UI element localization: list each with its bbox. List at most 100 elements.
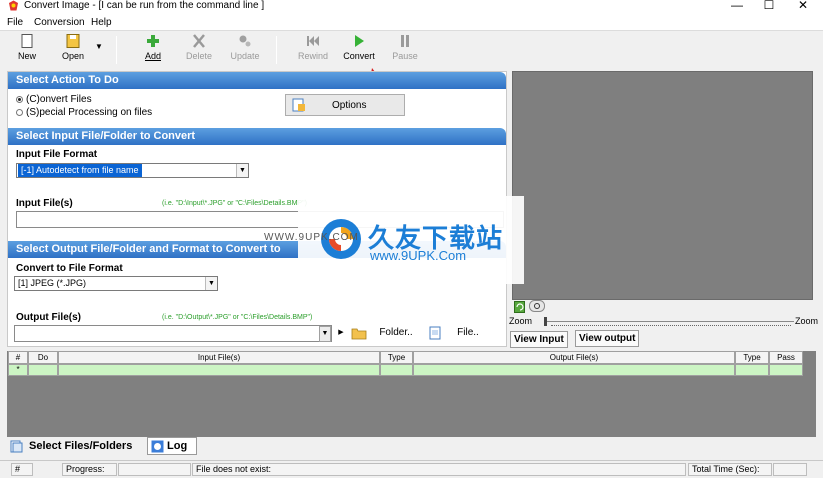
open-dropdown-arrow-icon[interactable]: ▼ [95,42,103,51]
update-button[interactable]: Update [222,34,268,66]
zoom-label: Zoom [509,316,533,326]
pause-label: Pause [392,51,418,61]
new-file-icon [21,34,33,48]
column-header-output-files[interactable]: Output File(s) [413,351,735,364]
view-output-tab[interactable]: View output [575,330,640,347]
zoom-slider[interactable] [544,321,794,322]
radio-convert-label: (C)onvert Files [26,94,92,105]
action-section-header: Select Action To Do [8,72,506,89]
input-files-hint: (i.e. "D:\Input\*.JPG" or "C:\Files\Deta… [162,200,307,207]
rewind-button[interactable]: Rewind [290,34,336,66]
radio-special-label: (S)pecial Processing on files [26,107,153,118]
toolbar-separator [116,36,117,64]
column-header-pass[interactable]: Pass [769,351,803,364]
title-bar: Convert Image - [I can be run from the c… [0,0,823,14]
add-label: Add [144,51,161,61]
tab-log[interactable]: Log [167,437,187,455]
maximize-button[interactable]: ☐ [752,0,786,14]
rewind-icon [307,36,319,46]
table-cell[interactable] [28,364,58,376]
output-files-label: Output File(s) [16,312,81,323]
chevron-down-icon[interactable]: ▼ [205,277,217,290]
menu-bar: File Conversion Help [0,14,823,31]
zoom-icon[interactable] [529,300,545,312]
input-format-label: Input File Format [16,149,98,160]
folder-button[interactable]: Folder.. [374,326,418,342]
play-small-icon[interactable]: ▶ [335,326,347,342]
table-cell[interactable] [413,364,735,376]
menu-conversion[interactable]: Conversion [34,17,85,28]
radio-button[interactable] [16,108,23,116]
play-icon [355,35,364,47]
minimize-button[interactable]: — [720,0,754,14]
menu-file[interactable]: File [7,17,23,28]
tab-select-files-folders[interactable]: Select Files/Folders [29,437,132,455]
refresh-icon[interactable] [514,301,525,313]
column-header-output-type[interactable]: Type [735,351,769,364]
new-button[interactable]: New [4,34,50,66]
status-number: # [11,463,33,476]
view-input-tab[interactable]: View Input [510,331,568,348]
column-header-do[interactable]: Do [28,351,58,364]
table-cell[interactable] [58,364,380,376]
app-icon [9,0,18,11]
input-files-label: Input File(s) [16,198,73,209]
status-progress-bar [118,463,191,476]
open-button[interactable]: Open [50,34,96,66]
new-label: New [17,51,36,61]
pause-icon [401,35,409,47]
status-message: File does not exist: [192,463,686,476]
zoom-slider-handle[interactable] [544,317,547,326]
table-cell[interactable] [735,364,769,376]
status-total-time-label: Total Time (Sec): [688,463,772,476]
convert-label: Convert [343,51,375,61]
x-icon [193,34,205,48]
column-header-input-files[interactable]: Input File(s) [58,351,380,364]
plus-icon [147,35,159,47]
radio-button-checked[interactable] [16,95,23,103]
delete-button[interactable]: Delete [176,34,222,66]
files-grid: # Do Input File(s) Type Output File(s) T… [7,351,816,437]
folder-icon[interactable] [351,326,367,340]
input-format-value: [-1] Autodetect from file name [18,164,142,177]
bottom-tabs: Select Files/Folders Log [7,437,816,457]
options-icon [292,98,305,112]
files-tab-icon [10,440,23,453]
output-format-label: Convert to File Format [16,263,123,274]
options-button[interactable]: Options [285,94,405,116]
status-total-time-value [773,463,807,476]
output-format-select[interactable]: [1] JPEG (*.JPG) ▼ [14,276,218,291]
table-cell[interactable]: * [8,364,28,376]
radio-convert-files[interactable]: (C)onvert Files [16,94,92,105]
table-cell[interactable] [769,364,803,376]
tab-log-frame[interactable]: Log [147,437,197,455]
zoom-ticks [551,325,791,327]
chevron-down-icon[interactable]: ▼ [236,164,248,177]
column-header-input-type[interactable]: Type [380,351,413,364]
output-dropdown-arrow-icon[interactable]: ▼ [319,326,331,342]
file-icon[interactable] [428,326,442,340]
status-bar: # Progress: File does not exist: Total T… [0,460,823,478]
watermark-overlay: 久友下载站 www.9UPK.Com WWW.9UPK.COM [264,196,524,284]
convert-button[interactable]: Convert [336,34,382,66]
menu-help[interactable]: Help [91,17,112,28]
toolbar: New Open ▼ Add Delete Update Rewind Conv… [4,32,819,93]
log-tab-icon [151,440,164,453]
input-section-header: Select Input File/Folder to Convert [8,128,506,145]
watermark-url: www.9UPK.Com [370,248,467,263]
pause-button[interactable]: Pause [382,34,428,66]
zoom-controls: Zoom Zoom View Input View output [509,300,823,348]
table-cell[interactable] [380,364,413,376]
close-button[interactable]: ✕ [786,0,820,14]
output-files-field[interactable] [14,325,332,342]
delete-label: Delete [185,51,212,61]
output-format-value: [1] JPEG (*.JPG) [18,278,87,288]
radio-special-processing[interactable]: (S)pecial Processing on files [16,107,152,118]
image-preview [512,71,813,300]
column-header-number[interactable]: # [8,351,28,364]
file-button[interactable]: File.. [448,326,488,342]
input-format-select[interactable]: [-1] Autodetect from file name ▼ [16,163,249,178]
gears-icon [239,35,251,47]
status-progress-label: Progress: [62,463,117,476]
add-button[interactable]: Add [130,34,176,66]
